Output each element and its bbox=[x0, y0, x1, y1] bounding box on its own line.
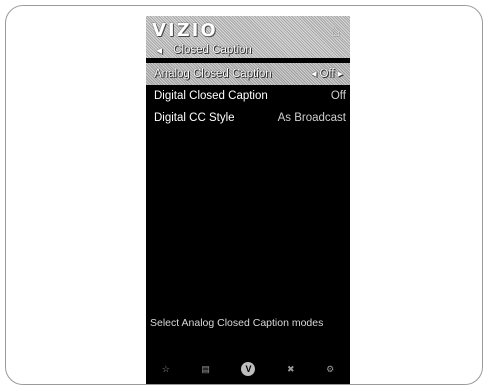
menu-item-digital-cc-style[interactable]: Digital CC Style As Broadcast bbox=[146, 107, 350, 129]
widescreen-icon[interactable]: ▤ bbox=[201, 364, 210, 375]
menu-header: VIZIO ⌂ ◀ Closed Caption bbox=[146, 16, 350, 58]
left-arrow-icon[interactable]: ◀ bbox=[311, 70, 316, 78]
vizio-v-icon[interactable]: V bbox=[241, 362, 256, 376]
vizio-logo: VIZIO bbox=[152, 20, 218, 41]
menu-item-label: Digital CC Style bbox=[154, 112, 235, 124]
home-icon[interactable]: ⌂ bbox=[332, 23, 340, 39]
breadcrumb-title: Closed Caption bbox=[173, 44, 252, 56]
menu-item-value: Off bbox=[330, 90, 346, 102]
gear-icon[interactable]: ⚙ bbox=[326, 364, 334, 375]
menu-item-label: Digital Closed Caption bbox=[154, 90, 268, 102]
breadcrumb[interactable]: ◀ Closed Caption bbox=[156, 43, 252, 57]
help-text: Select Analog Closed Caption modes bbox=[150, 317, 324, 329]
menu-item-analog-closed-caption[interactable]: Analog Closed Caption ◀ Off ▶ bbox=[146, 63, 350, 85]
bottom-nav-bar: ☆ ▤ V ✖ ⚙ bbox=[146, 360, 350, 378]
analog-cc-value: Off bbox=[319, 68, 335, 80]
tv-menu-screen: VIZIO ⌂ ◀ Closed Caption Analog Closed C… bbox=[146, 16, 350, 384]
star-icon[interactable]: ☆ bbox=[162, 364, 170, 375]
menu-item-value: As Broadcast bbox=[277, 112, 346, 124]
menu-item-label: Analog Closed Caption bbox=[154, 68, 272, 80]
back-arrow-icon[interactable]: ◀ bbox=[156, 46, 162, 55]
close-icon[interactable]: ✖ bbox=[287, 364, 295, 375]
closed-caption-menu: Analog Closed Caption ◀ Off ▶ Digital Cl… bbox=[146, 63, 350, 129]
menu-item-digital-closed-caption[interactable]: Digital Closed Caption Off bbox=[146, 85, 350, 107]
right-arrow-icon[interactable]: ▶ bbox=[338, 70, 343, 78]
menu-item-value[interactable]: ◀ Off ▶ bbox=[308, 68, 346, 80]
